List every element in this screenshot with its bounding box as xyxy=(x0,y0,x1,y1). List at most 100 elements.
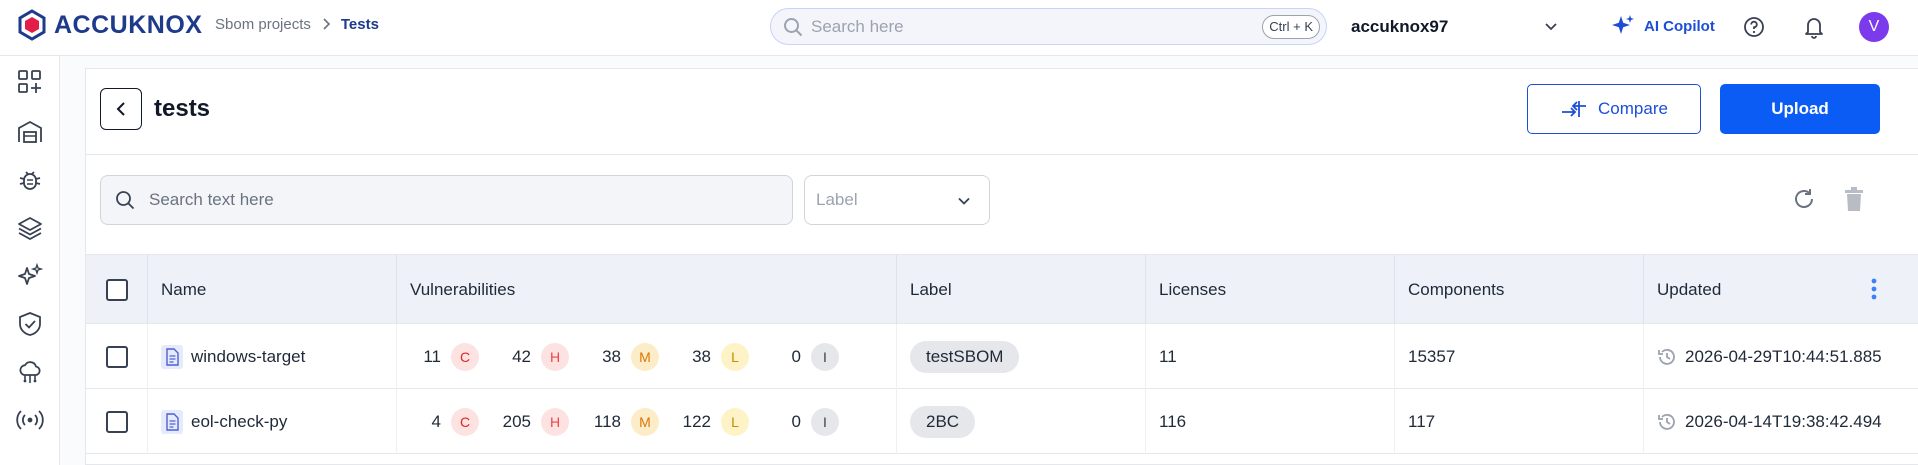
critical-count: 4 xyxy=(431,411,441,431)
sbom-name[interactable]: eol-check-py xyxy=(191,412,287,432)
row-select-cell xyxy=(86,389,148,454)
column-header-components[interactable]: Components xyxy=(1395,255,1644,325)
column-header-label[interactable]: Label xyxy=(897,255,1146,325)
search-icon xyxy=(784,17,803,36)
refresh-icon[interactable] xyxy=(1792,187,1816,211)
ai-copilot-button[interactable]: AI Copilot xyxy=(1610,13,1715,39)
medium-count: 38 xyxy=(602,346,621,366)
medium-count: 118 xyxy=(593,411,621,431)
table-search-input[interactable] xyxy=(149,190,749,210)
licenses-cell: 116 xyxy=(1146,389,1395,454)
help-icon[interactable] xyxy=(1743,16,1765,38)
bell-icon[interactable] xyxy=(1803,15,1825,39)
high-badge: H xyxy=(541,407,569,436)
search-shortcut-badge: Ctrl + K xyxy=(1262,15,1320,39)
high-count: 205 xyxy=(502,411,531,431)
compare-arrows-icon xyxy=(1562,101,1587,117)
updated-timestamp: 2026-04-14T19:38:42.494 xyxy=(1685,411,1882,431)
header-select-cell xyxy=(86,255,148,325)
critical-badge: C xyxy=(451,407,479,436)
chevron-down-icon[interactable] xyxy=(1543,18,1559,34)
breadcrumb-sbom-projects[interactable]: Sbom projects xyxy=(215,16,311,33)
accuknox-logo-icon xyxy=(18,9,46,41)
medium-badge: M xyxy=(631,342,659,371)
label-filter-select[interactable]: Label xyxy=(804,175,990,225)
updated-cell: 2026-04-29T10:44:51.885 xyxy=(1644,324,1918,389)
page-title: tests xyxy=(154,95,211,122)
sidebar-item-ai[interactable] xyxy=(16,262,44,290)
label-pill[interactable]: testSBOM xyxy=(910,340,1020,373)
sidebar-item-compliance[interactable] xyxy=(16,310,44,338)
broadcast-icon xyxy=(16,410,44,430)
sbom-project-panel: tests Compare Upload Label Name Vulnerab… xyxy=(85,68,1918,465)
vulnerabilities-cell: 11 C 42 H 38 M 38 L 0I xyxy=(397,324,897,389)
select-all-checkbox[interactable] xyxy=(106,279,128,301)
sidebar-item-layers[interactable] xyxy=(16,214,44,242)
critical-badge: C xyxy=(451,342,479,371)
licenses-cell: 11 xyxy=(1146,324,1395,389)
sbom-name[interactable]: windows-target xyxy=(191,347,305,367)
compare-button[interactable]: Compare xyxy=(1527,84,1701,134)
header-divider xyxy=(86,154,1918,155)
info-badge: I xyxy=(811,342,839,371)
document-icon xyxy=(161,344,183,369)
back-button[interactable] xyxy=(100,88,142,130)
brand-name: ACCUKNOX xyxy=(54,10,203,39)
high-badge: H xyxy=(541,342,569,371)
low-badge: L xyxy=(721,407,749,436)
breadcrumb-tests: Tests xyxy=(340,16,379,33)
row-select-cell xyxy=(86,324,148,389)
table-row[interactable]: windows-target 11 C 42 H 38 M 38 L 0I testSB… xyxy=(86,324,1918,389)
info-count: 0 xyxy=(791,346,801,366)
column-options-icon[interactable] xyxy=(1871,278,1877,300)
low-badge: L xyxy=(721,342,749,371)
column-header-name[interactable]: Name xyxy=(148,255,397,325)
sidebar-item-dashboard[interactable] xyxy=(16,68,44,96)
row-checkbox[interactable] xyxy=(106,410,128,433)
updated-cell: 2026-04-14T19:38:42.494 xyxy=(1644,389,1918,454)
critical-count: 11 xyxy=(423,346,441,366)
info-count: 0 xyxy=(791,411,801,431)
brand-logo[interactable]: ACCUKNOX xyxy=(16,9,202,41)
table-search[interactable] xyxy=(100,175,793,225)
sidebar-item-runtime[interactable] xyxy=(16,406,44,434)
vulnerability-summary: 4C 205 H 118 M 122 L 0I xyxy=(397,407,847,436)
dashboard-add-icon xyxy=(18,70,41,93)
label-cell: 2BC xyxy=(897,389,1146,454)
sidebar-item-cloud[interactable] xyxy=(16,358,44,386)
label-pill[interactable]: 2BC xyxy=(910,405,976,438)
column-header-vulnerabilities[interactable]: Vulnerabilities xyxy=(397,255,897,325)
label-filter-placeholder: Label xyxy=(816,190,858,209)
components-cell: 117 xyxy=(1395,389,1644,454)
sidebar-item-vulnerabilities[interactable] xyxy=(16,166,44,194)
global-search[interactable]: Ctrl + K xyxy=(770,8,1327,45)
history-icon xyxy=(1658,348,1675,365)
sidebar xyxy=(0,56,60,465)
compare-label: Compare xyxy=(1598,99,1668,118)
delete-icon[interactable] xyxy=(1843,186,1865,212)
warehouse-icon xyxy=(18,120,42,143)
info-badge: I xyxy=(811,407,839,436)
sidebar-item-inventory[interactable] xyxy=(16,118,44,146)
chevron-down-icon xyxy=(958,197,970,205)
global-search-input[interactable] xyxy=(811,16,1251,37)
low-count: 38 xyxy=(692,346,711,366)
chevron-right-icon xyxy=(321,17,331,33)
low-count: 122 xyxy=(682,411,711,431)
tenant-selector[interactable]: accuknox97 xyxy=(1351,17,1448,37)
top-bar: ACCUKNOX Sbom projects Tests Ctrl + K ac… xyxy=(0,0,1918,56)
layers-icon xyxy=(18,217,42,241)
name-cell[interactable]: eol-check-py xyxy=(148,389,397,454)
upload-button[interactable]: Upload xyxy=(1720,84,1880,134)
chevron-left-icon xyxy=(116,102,125,116)
table-row[interactable]: eol-check-py 4C 205 H 118 M 122 L 0I 2BC 11… xyxy=(86,389,1918,454)
medium-badge: M xyxy=(631,407,659,436)
user-avatar[interactable]: V xyxy=(1859,12,1889,42)
updated-timestamp: 2026-04-29T10:44:51.885 xyxy=(1685,346,1882,366)
ai-copilot-label: AI Copilot xyxy=(1644,17,1715,35)
column-header-licenses[interactable]: Licenses xyxy=(1146,255,1395,325)
sparkle-icon xyxy=(1612,15,1634,34)
row-checkbox[interactable] xyxy=(106,345,128,368)
table-header: Name Vulnerabilities Label Licenses Comp… xyxy=(86,254,1918,325)
name-cell[interactable]: windows-target xyxy=(148,324,397,389)
